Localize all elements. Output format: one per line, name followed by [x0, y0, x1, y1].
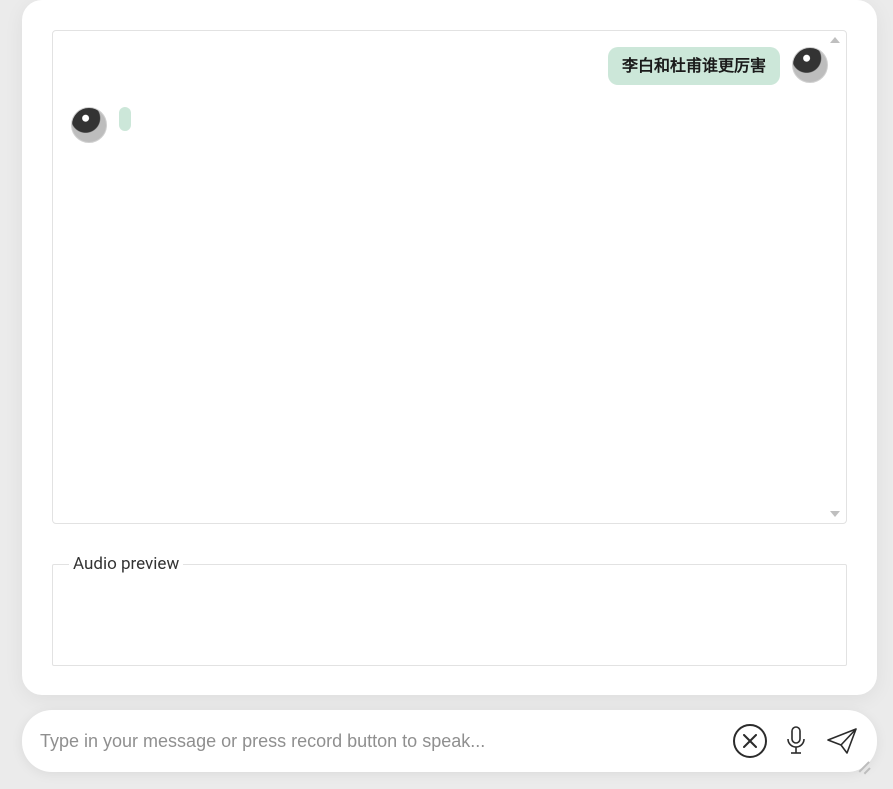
audio-preview-panel: Audio preview	[52, 554, 847, 666]
message-row-user: 李白和杜甫谁更厉害	[71, 47, 828, 85]
message-input[interactable]	[40, 731, 721, 752]
resize-handle[interactable]	[855, 757, 869, 771]
close-icon	[743, 734, 757, 748]
scroll-up-indicator	[830, 37, 840, 43]
assistant-message-bubble	[119, 107, 131, 131]
scroll-down-indicator	[830, 511, 840, 517]
audio-preview-legend: Audio preview	[69, 554, 183, 574]
user-message-bubble: 李白和杜甫谁更厉害	[608, 47, 780, 85]
assistant-avatar	[71, 107, 107, 143]
message-row-assistant	[71, 107, 828, 143]
record-button[interactable]	[779, 724, 813, 758]
microphone-icon	[785, 726, 807, 756]
paper-plane-icon	[827, 728, 857, 754]
composer-bar	[22, 710, 877, 772]
chat-history-pane[interactable]: 李白和杜甫谁更厉害	[52, 30, 847, 524]
chat-card: 李白和杜甫谁更厉害 Audio preview	[22, 0, 877, 695]
user-avatar	[792, 47, 828, 83]
cancel-button[interactable]	[733, 724, 767, 758]
send-button[interactable]	[825, 724, 859, 758]
